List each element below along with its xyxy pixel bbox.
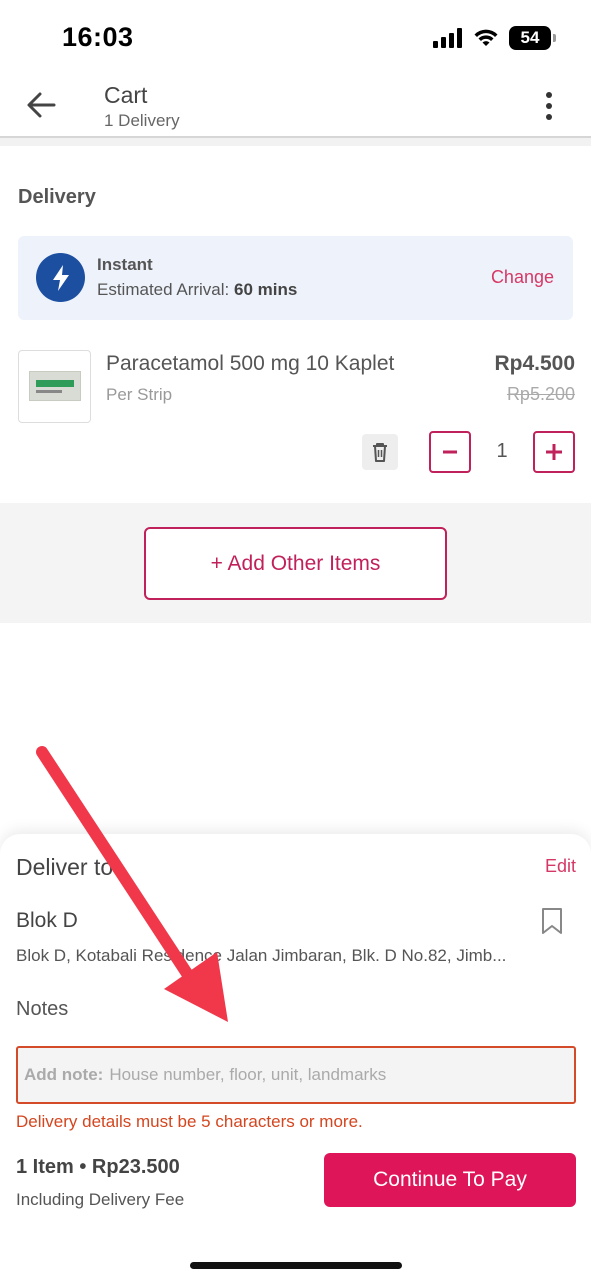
deliver-to-title: Deliver to [16,854,114,880]
continue-to-pay-button[interactable]: Continue To Pay [324,1153,576,1207]
note-prefix: Add note: [24,1065,104,1084]
change-delivery-button[interactable]: Change [491,267,554,288]
checkout-sheet: Deliver to Edit Blok D Blok D, Kotabali … [0,834,591,1280]
delivery-method-card: Instant Estimated Arrival: 60 mins Chang… [18,236,573,320]
estimated-arrival: Estimated Arrival: 60 mins [97,280,297,300]
bookmark-icon[interactable] [541,908,563,934]
address-full: Blok D, Kotabali Residence Jalan Jimbara… [16,946,507,965]
status-time: 16:03 [62,22,134,52]
battery-level: 54 [520,28,540,47]
product-unit: Per Strip [106,385,173,404]
order-summary: 1 Item • Rp23.500 [16,1156,180,1178]
battery-icon: 54 [509,26,556,50]
status-bar: 16:03 54 [0,0,591,78]
home-indicator [190,1262,402,1269]
decrease-quantity-button[interactable] [429,431,471,473]
page-title: Cart [104,82,148,108]
back-arrow-icon [27,92,56,118]
product-price: Rp4.500 [494,352,575,375]
quantity-value: 1 [496,440,508,462]
arrival-value: 60 mins [234,280,298,299]
notes-label: Notes [16,998,69,1020]
increase-quantity-button[interactable] [533,431,575,473]
note-placeholder: House number, floor, unit, landmarks [109,1065,387,1084]
plus-icon [546,444,562,460]
page-subtitle: 1 Delivery [104,111,180,130]
bolt-icon [36,253,85,302]
minus-icon [443,450,457,454]
address-name: Blok D [16,909,78,932]
arrival-label: Estimated Arrival: [97,280,230,299]
signal-icon [433,28,462,48]
status-icons: 54 [433,26,556,50]
product-image [18,350,91,423]
note-input[interactable]: Add note: House number, floor, unit, land… [16,1046,576,1104]
add-other-items-button[interactable]: + Add Other Items [144,527,447,600]
remove-item-button[interactable] [362,434,398,470]
delivery-method-title: Instant [97,255,153,274]
product-original-price: Rp5.200 [506,384,575,404]
delivery-section-title: Delivery [18,186,96,208]
back-button[interactable] [24,90,58,120]
note-error-message: Delivery details must be 5 characters or… [16,1112,363,1131]
more-vert-icon[interactable] [537,92,561,120]
wifi-icon [474,29,498,46]
add-items-area: + Add Other Items [0,503,591,623]
order-summary-note: Including Delivery Fee [16,1190,185,1209]
app-header: Cart 1 Delivery [0,78,591,138]
product-name: Paracetamol 500 mg 10 Kaplet [106,352,395,375]
divider [0,138,591,146]
edit-address-button[interactable]: Edit [545,856,576,877]
trash-icon [373,443,387,462]
